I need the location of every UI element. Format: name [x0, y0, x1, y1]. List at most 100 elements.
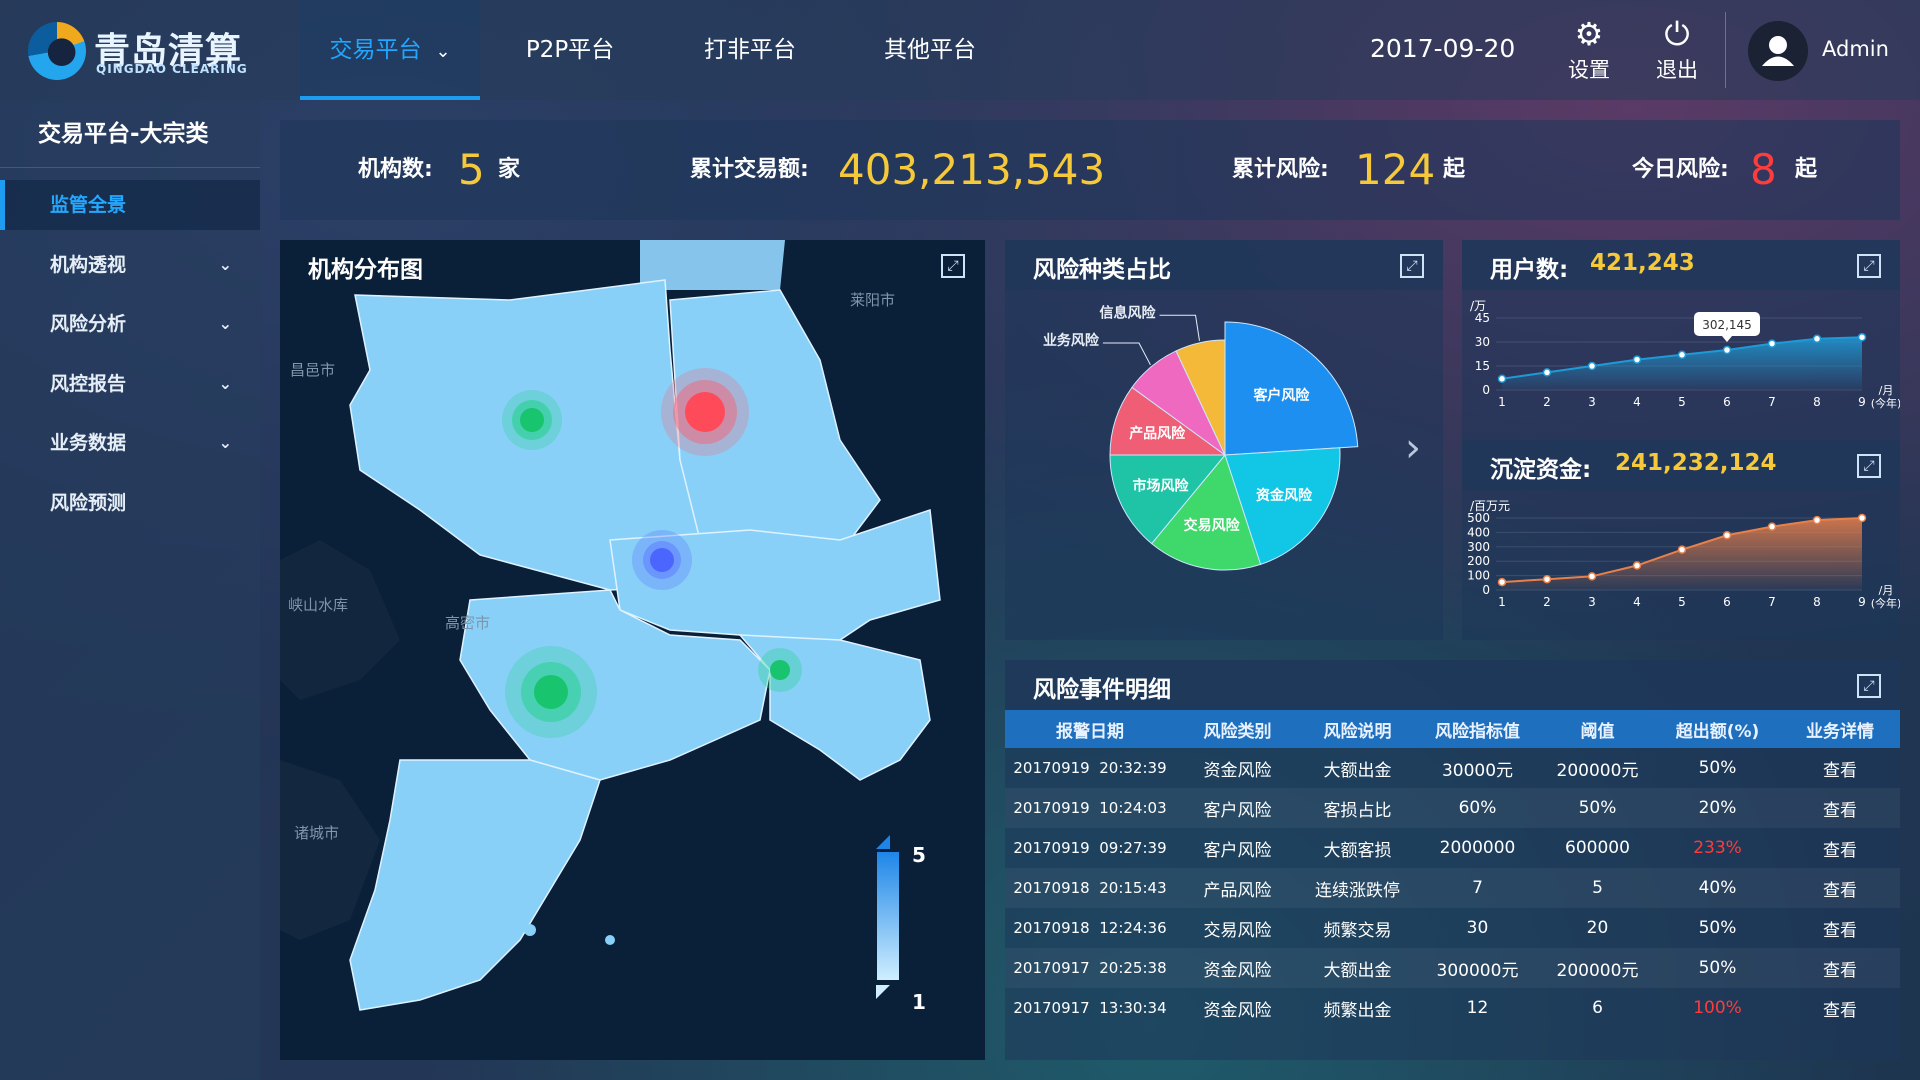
institution-marker[interactable]: [505, 646, 597, 738]
data-point[interactable]: [1677, 545, 1687, 554]
nav-tab-p2p[interactable]: P2P平台: [500, 0, 640, 100]
risk-events-title: 风险事件明细: [1033, 677, 1171, 703]
expand-icon[interactable]: ⤢: [941, 254, 965, 278]
power-icon: ⏻: [1664, 15, 1690, 53]
institution-marker[interactable]: [758, 648, 802, 692]
view-detail-link[interactable]: 查看: [1780, 948, 1900, 988]
table-cell: 客户风险: [1203, 840, 1272, 861]
chevron-down-icon: ⌄: [218, 433, 232, 452]
nav-tab-other[interactable]: 其他平台: [860, 0, 1000, 100]
view-detail-link[interactable]: 查看: [1780, 828, 1900, 868]
logout-button[interactable]: ⏻ 退出: [1645, 16, 1709, 84]
x-unit-label: /月: [1879, 384, 1894, 397]
org-count-unit: 家: [498, 157, 521, 182]
view-detail-link[interactable]: 查看: [1780, 748, 1900, 788]
sidebar-item-org[interactable]: 机构透视 ⌄: [0, 240, 260, 290]
data-point[interactable]: [1722, 345, 1732, 355]
x-tick-label: 7: [1768, 595, 1776, 609]
sidebar-item-business[interactable]: 业务数据 ⌄: [0, 418, 260, 468]
table-cell: 资金风险: [1175, 948, 1300, 988]
table-header-cell: 风险说明: [1300, 710, 1415, 748]
table-cell: 资金风险: [1203, 760, 1272, 781]
expand-icon[interactable]: ⤢: [1857, 674, 1881, 698]
y-tick-label: 200: [1467, 554, 1490, 568]
x-tick-label: 2: [1543, 595, 1551, 609]
data-point[interactable]: [1812, 515, 1822, 525]
table-cell: 50%: [1655, 948, 1780, 988]
table-cell: 20%: [1655, 788, 1780, 828]
table-header-row: 报警日期 风险类别 风险说明 风险指标值 阈值 超出额(%) 业务详情: [1005, 710, 1900, 748]
view-detail-link[interactable]: 查看: [1780, 868, 1900, 908]
view-detail-link[interactable]: 查看: [1780, 788, 1900, 828]
table-cell: 200000元: [1556, 760, 1639, 781]
expand-icon[interactable]: ⤢: [1400, 254, 1424, 278]
legend-max-handle[interactable]: [876, 835, 890, 849]
data-point[interactable]: [1857, 332, 1867, 342]
risk-total-label: 累计风险:: [1232, 157, 1329, 182]
data-point[interactable]: [1767, 339, 1777, 348]
divider: [1725, 12, 1726, 88]
sidebar-item-overview[interactable]: 监管全景: [0, 180, 260, 230]
users-area-chart[interactable]: 01530451 2 3 4 5 6 7 8 9/万/月(今年)302,145: [1462, 290, 1900, 440]
data-point[interactable]: [1767, 522, 1777, 531]
table-cell: 50%: [1698, 758, 1737, 778]
table-cell: 2000000: [1439, 838, 1516, 858]
nav-tab-trading[interactable]: 交易平台 ⌄: [300, 0, 480, 100]
data-point[interactable]: [1812, 334, 1822, 344]
view-detail-link[interactable]: 查看: [1780, 908, 1900, 948]
table-cell: 产品风险: [1175, 868, 1300, 908]
data-point[interactable]: [1587, 361, 1597, 371]
y-tick-label: 45: [1475, 311, 1490, 325]
sidebar-item-report[interactable]: 风控报告 ⌄: [0, 359, 260, 409]
risk-type-panel: 风险种类占比 ⤢ 客户风险 资金风险 交易风险 市场风险 产品风险 业务风险 信息风险 ›: [1005, 240, 1443, 640]
table-cell: 5: [1540, 868, 1655, 908]
data-point[interactable]: [1497, 374, 1507, 384]
x-tick-label: 9: [1858, 595, 1866, 609]
sidebar-item-predict[interactable]: 风险预测: [0, 478, 260, 528]
x-tick-label: 3: [1588, 395, 1596, 409]
data-point[interactable]: [1542, 574, 1552, 584]
data-point[interactable]: [1632, 561, 1642, 570]
map-region[interactable]: [349, 759, 601, 1011]
chevron-right-icon[interactable]: ›: [1405, 425, 1421, 471]
gear-icon: ⚙: [1574, 15, 1604, 53]
table-header-cell: 报警日期: [1005, 710, 1175, 748]
y-unit-label: /百万元: [1470, 499, 1510, 513]
institution-marker[interactable]: [661, 368, 749, 456]
deposit-panel: 沉淀资金: 241,232,124 ⤢ 0 100 200 300 400 500 1 2 3 4…: [1462, 440, 1900, 640]
data-point[interactable]: [1677, 350, 1687, 360]
institution-marker[interactable]: [502, 390, 562, 450]
settings-label: 设置: [1568, 58, 1610, 82]
institution-marker[interactable]: [632, 530, 692, 590]
users-title: 用户数:: [1490, 257, 1569, 283]
table-cell: 大额出金: [1300, 948, 1415, 988]
legend-min-handle[interactable]: [876, 985, 890, 999]
deposit-area-chart[interactable]: 0100200300400500 1 2 3 4 5 6 7 8 9/百万元/月(今年): [1462, 490, 1900, 640]
pie-leader-line: [1159, 314, 1200, 341]
data-point[interactable]: [1722, 531, 1732, 540]
table-cell: 客户风险: [1175, 788, 1300, 828]
data-point[interactable]: [1542, 368, 1552, 377]
map-panel: 莱阳市 昌邑市 峡山水库 高密市 诸城市 机构分布图 ⤢ 5 1: [280, 240, 985, 1060]
data-point[interactable]: [1632, 355, 1642, 364]
logo[interactable]: 青岛清算 QINGDAO CLEARING: [28, 22, 248, 80]
sidebar-item-label: 监管全景: [50, 194, 127, 216]
table-cell: 100%: [1693, 998, 1742, 1018]
table-header-cell: 业务详情: [1780, 710, 1900, 748]
data-point[interactable]: [1497, 577, 1507, 587]
settings-button[interactable]: ⚙ 设置: [1557, 16, 1621, 84]
username[interactable]: Admin: [1822, 37, 1889, 61]
data-point[interactable]: [1857, 513, 1867, 523]
table-cell: 30: [1466, 918, 1489, 938]
expand-icon[interactable]: ⤢: [1857, 254, 1881, 278]
table-cell: 20170918 20:15:43: [1005, 868, 1175, 908]
table-cell: 200000元: [1540, 948, 1655, 988]
nav-tab-illegal[interactable]: 打非平台: [680, 0, 820, 100]
data-point[interactable]: [1587, 572, 1597, 581]
sidebar-item-risk-analysis[interactable]: 风险分析 ⌄: [0, 299, 260, 349]
y-tick-label: 0: [1482, 383, 1490, 397]
avatar[interactable]: [1748, 21, 1808, 81]
expand-icon[interactable]: ⤢: [1857, 454, 1881, 478]
risk-pie-chart[interactable]: 客户风险资金风险交易风险 市场风险 产品风险 业务风险信息风险: [1005, 290, 1443, 640]
view-detail-link[interactable]: 查看: [1780, 988, 1900, 1028]
